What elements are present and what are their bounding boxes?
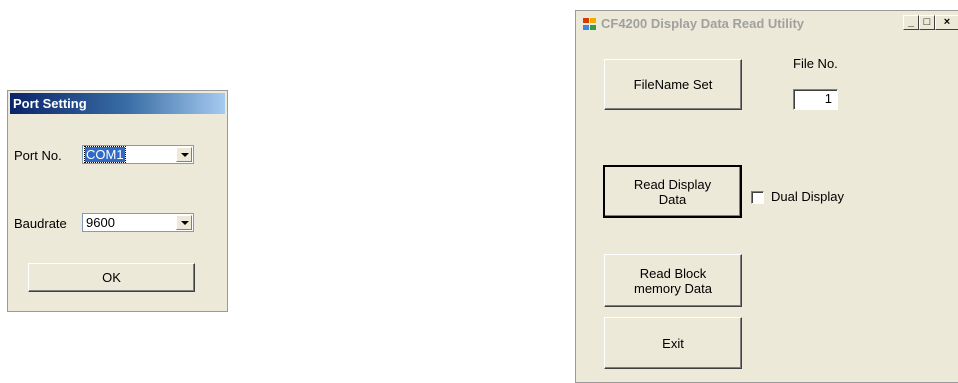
port-no-label: Port No. bbox=[14, 148, 62, 163]
chevron-down-icon[interactable] bbox=[176, 215, 192, 230]
app-icon bbox=[583, 18, 597, 31]
file-no-input[interactable]: 1 bbox=[793, 89, 838, 110]
chevron-down-icon[interactable] bbox=[176, 147, 192, 162]
file-no-label: File No. bbox=[793, 56, 838, 71]
read-block-memory-button[interactable]: Read Block memory Data bbox=[604, 254, 742, 307]
dual-display-checkbox[interactable] bbox=[751, 191, 764, 204]
maximize-icon[interactable]: □ bbox=[919, 15, 935, 30]
dual-display-label: Dual Display bbox=[771, 189, 844, 204]
exit-button[interactable]: Exit bbox=[604, 317, 742, 369]
baudrate-label: Baudrate bbox=[14, 216, 67, 231]
filename-set-button[interactable]: FileName Set bbox=[604, 59, 742, 110]
ok-button[interactable]: OK bbox=[28, 263, 195, 292]
dialog-title-bar: Port Setting bbox=[10, 93, 225, 114]
close-icon[interactable]: × bbox=[935, 15, 958, 30]
read-display-data-button[interactable]: Read Display Data bbox=[603, 165, 742, 218]
window-title: CF4200 Display Data Read Utility bbox=[601, 16, 805, 31]
port-no-select[interactable]: COM1 bbox=[82, 145, 194, 164]
baudrate-select[interactable]: 9600 bbox=[82, 213, 194, 232]
port-setting-dialog: Port Setting Port No. COM1 Baudrate 9600… bbox=[7, 90, 228, 312]
window-title-bar: CF4200 Display Data Read Utility bbox=[577, 12, 958, 36]
minimize-icon[interactable]: _ bbox=[903, 15, 919, 30]
baudrate-value: 9600 bbox=[86, 215, 115, 230]
port-no-value: COM1 bbox=[84, 146, 126, 163]
main-window: CF4200 Display Data Read Utility _ □ × F… bbox=[575, 10, 958, 383]
